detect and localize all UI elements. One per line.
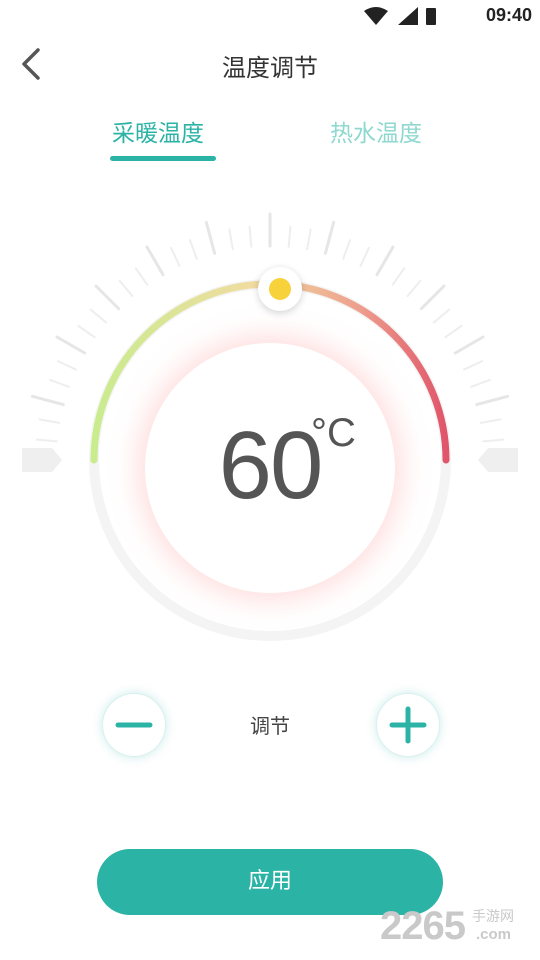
temperature-dial: 60 °C xyxy=(0,190,540,670)
temperature-readout: 60 °C xyxy=(145,411,395,521)
dial-tick xyxy=(228,228,234,251)
dial-tick xyxy=(134,267,149,286)
dial-tick xyxy=(453,335,485,355)
dial-tick xyxy=(444,324,463,339)
dial-tick xyxy=(38,418,61,424)
dial-tick xyxy=(432,308,451,324)
dial-tick xyxy=(170,246,181,268)
signal-icon xyxy=(398,7,418,25)
dial-tick xyxy=(479,418,502,424)
adjust-label: 调节 xyxy=(250,714,290,738)
status-icons xyxy=(364,7,436,25)
dial-tick xyxy=(375,245,395,277)
dial-right-marker xyxy=(478,448,518,472)
temperature-knob[interactable] xyxy=(258,267,302,311)
tab-heating-temperature[interactable]: 采暖温度 xyxy=(112,114,204,148)
dial-left-marker xyxy=(22,448,62,472)
tab-bar: 采暖温度 热水温度 xyxy=(0,106,540,166)
dial-tick xyxy=(118,279,134,298)
dial-tick xyxy=(470,378,491,388)
page-title: 温度调节 xyxy=(222,54,318,82)
watermark-domain: .com xyxy=(476,926,512,943)
battery-icon xyxy=(426,8,436,25)
watermark-number: 2265 xyxy=(380,904,466,948)
temperature-unit: °C xyxy=(311,411,356,455)
tab-hot-water-temperature[interactable]: 热水温度 xyxy=(330,114,422,148)
header: 温度调节 xyxy=(0,34,540,94)
watermark-logo: 2265 手游网 .com xyxy=(380,904,530,954)
dial-tick xyxy=(359,246,370,268)
status-bar: 09:40 xyxy=(0,0,540,32)
dial-tick xyxy=(306,228,312,251)
dial-tick xyxy=(94,284,121,311)
dial-tick xyxy=(482,438,505,443)
dial-tick xyxy=(419,284,446,311)
dial-tick xyxy=(188,239,198,260)
active-tab-indicator xyxy=(110,156,216,161)
plus-icon xyxy=(389,706,427,744)
dial-tick xyxy=(204,220,217,255)
dial-tick xyxy=(287,225,292,248)
dial-tick xyxy=(35,438,58,443)
dial-tick xyxy=(475,394,510,407)
dial-tick xyxy=(406,279,422,298)
increase-button[interactable] xyxy=(376,693,440,757)
dial-tick xyxy=(77,324,96,339)
watermark-site: 手游网 xyxy=(472,909,514,925)
dial-tick xyxy=(323,220,336,255)
wifi-icon xyxy=(364,7,388,25)
dial-tick xyxy=(49,378,70,388)
dial-tick xyxy=(145,245,165,277)
adjust-controls: 调节 xyxy=(0,690,540,760)
dial-tick xyxy=(56,360,78,371)
dial-tick xyxy=(462,360,484,371)
dial-tick xyxy=(342,239,352,260)
temperature-display: 60 °C xyxy=(145,343,395,593)
temperature-value: 60 xyxy=(218,412,324,519)
dial-tick xyxy=(30,394,65,407)
dial-tick xyxy=(89,308,108,324)
dial-tick xyxy=(391,267,406,286)
knob-dot xyxy=(269,278,291,300)
status-time: 09:40 xyxy=(485,5,532,25)
dial-tick xyxy=(55,335,87,355)
dial-tick xyxy=(248,225,253,248)
